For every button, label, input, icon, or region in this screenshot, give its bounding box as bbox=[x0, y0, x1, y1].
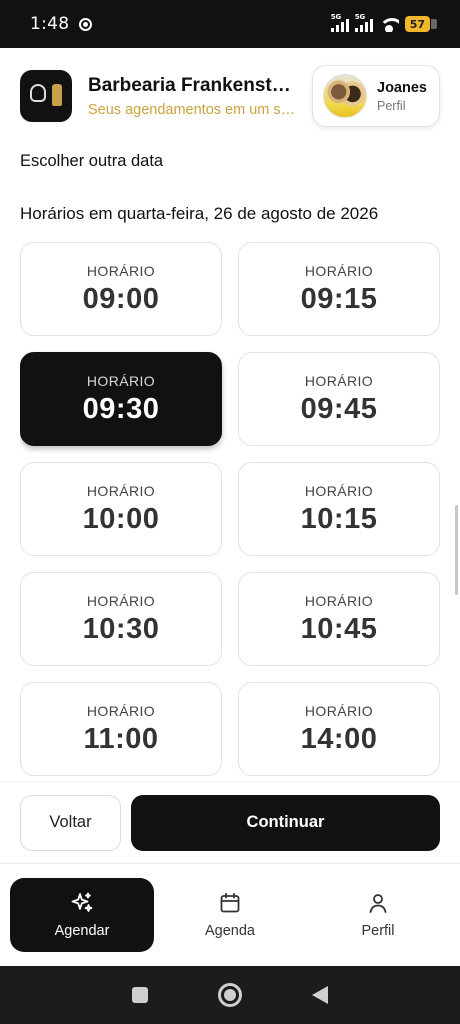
time-slot[interactable]: HORÁRIO 09:45 bbox=[238, 352, 440, 446]
signal-icon: 5G bbox=[354, 13, 373, 32]
recents-icon[interactable] bbox=[132, 987, 148, 1003]
slot-label: HORÁRIO bbox=[86, 372, 156, 389]
nav-item-agenda[interactable]: Agenda bbox=[158, 878, 302, 952]
bottom-nav: Agendar Agenda Perfil bbox=[0, 863, 460, 966]
time-slot[interactable]: HORÁRIO 10:00 bbox=[20, 462, 222, 556]
slot-label: HORÁRIO bbox=[86, 482, 156, 499]
slot-time: 14:00 bbox=[300, 722, 378, 755]
wifi-icon bbox=[378, 16, 399, 32]
time-slot[interactable]: HORÁRIO 10:45 bbox=[238, 572, 440, 666]
change-date-link[interactable]: Escolher outra data bbox=[20, 152, 163, 171]
slot-label: HORÁRIO bbox=[304, 702, 374, 719]
time-slot[interactable]: HORÁRIO 09:15 bbox=[238, 242, 440, 336]
time-slot[interactable]: HORÁRIO 09:00 bbox=[20, 242, 222, 336]
slot-label: HORÁRIO bbox=[304, 262, 374, 279]
network-type-2: 5G bbox=[354, 12, 366, 21]
nav-item-perfil[interactable]: Perfil bbox=[306, 878, 450, 952]
schedule-heading: Horários em quarta-feira, 26 de agosto d… bbox=[20, 204, 379, 223]
nav-label-agenda: Agenda bbox=[205, 923, 255, 939]
battery-icon: 57 bbox=[404, 16, 438, 32]
action-bar: Voltar Continuar bbox=[0, 781, 460, 863]
slot-time: 10:00 bbox=[82, 502, 160, 535]
time-slot-grid: HORÁRIO 09:00 HORÁRIO 09:15 HORÁRIO 09:3… bbox=[20, 242, 440, 780]
chrome-icon bbox=[79, 17, 93, 31]
back-icon[interactable] bbox=[312, 986, 328, 1004]
back-button[interactable]: Voltar bbox=[20, 794, 121, 851]
user-icon bbox=[369, 894, 387, 913]
slot-time: 09:00 bbox=[82, 282, 160, 315]
sparkle-icon bbox=[71, 892, 93, 912]
time-slot[interactable]: HORÁRIO 10:30 bbox=[20, 572, 222, 666]
avatar bbox=[323, 74, 367, 118]
nav-item-agendar[interactable]: Agendar bbox=[10, 878, 154, 952]
app-header: Barbearia Frankenstein Seus agendamentos… bbox=[0, 48, 460, 144]
slot-label: HORÁRIO bbox=[304, 372, 374, 389]
shop-name: Barbearia Frankenstein bbox=[88, 74, 298, 96]
status-bar: 1:48 5G 5G 57 bbox=[0, 0, 460, 48]
slot-time: 10:30 bbox=[82, 612, 160, 645]
battery-level: 57 bbox=[409, 17, 425, 31]
time-slot[interactable]: HORÁRIO 11:00 bbox=[20, 682, 222, 776]
nav-label-agendar: Agendar bbox=[54, 923, 110, 939]
slot-time: 09:45 bbox=[300, 392, 378, 425]
status-time: 1:48 bbox=[30, 14, 70, 34]
slot-time: 11:00 bbox=[83, 722, 159, 755]
slot-label: HORÁRIO bbox=[304, 482, 374, 499]
nav-label-perfil: Perfil bbox=[361, 923, 395, 939]
system-nav-bar bbox=[0, 966, 460, 1024]
slot-time: 09:30 bbox=[82, 392, 160, 425]
bottle-icon bbox=[52, 84, 62, 106]
shop-info: Barbearia Frankenstein Seus agendamentos… bbox=[88, 75, 312, 118]
signal-icon: 5G bbox=[330, 13, 349, 32]
status-indicators: 5G 5G 57 bbox=[330, 13, 438, 32]
skull-icon bbox=[30, 84, 46, 102]
profile-name: Joanes bbox=[377, 79, 427, 96]
time-slot[interactable]: HORÁRIO 09:30 bbox=[20, 352, 222, 446]
time-slot[interactable]: HORÁRIO 14:00 bbox=[238, 682, 440, 776]
profile-role: Perfil bbox=[377, 98, 406, 113]
time-slot[interactable]: HORÁRIO 10:15 bbox=[238, 462, 440, 556]
slot-time: 10:15 bbox=[300, 502, 378, 535]
shop-logo bbox=[20, 70, 72, 122]
slot-label: HORÁRIO bbox=[86, 262, 156, 279]
slot-label: HORÁRIO bbox=[304, 592, 374, 609]
slot-label: HORÁRIO bbox=[86, 592, 156, 609]
network-type-1: 5G bbox=[330, 12, 342, 21]
slot-label: HORÁRIO bbox=[86, 702, 156, 719]
slot-time: 09:15 bbox=[300, 282, 378, 315]
slot-time: 10:45 bbox=[300, 612, 378, 645]
continue-button[interactable]: Continuar bbox=[131, 794, 440, 851]
scrollbar[interactable] bbox=[455, 505, 458, 595]
shop-subtitle: Seus agendamentos em um só lugar bbox=[88, 101, 298, 118]
home-icon[interactable] bbox=[218, 983, 242, 1007]
profile-chip[interactable]: Joanes Perfil bbox=[312, 65, 440, 127]
calendar-icon bbox=[220, 892, 240, 913]
